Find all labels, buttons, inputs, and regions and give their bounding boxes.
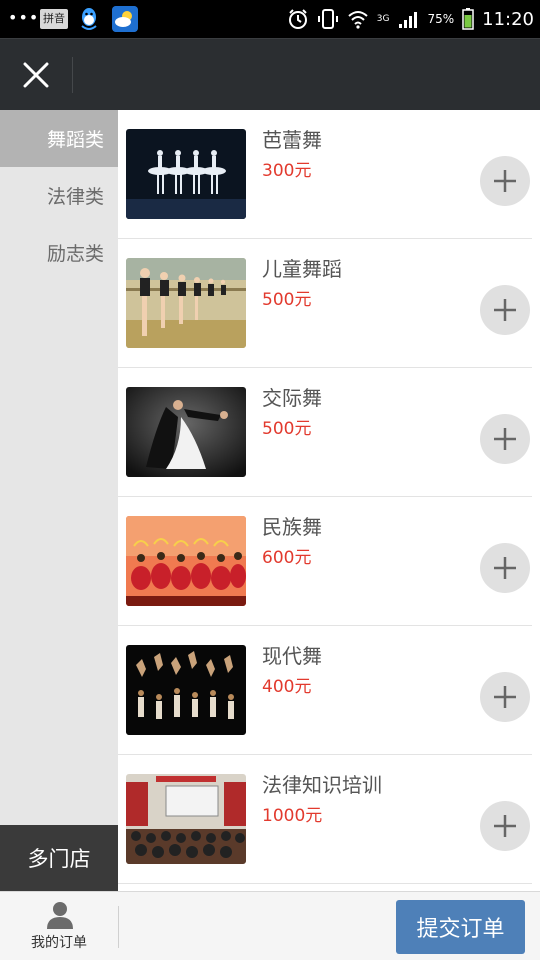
add-to-order-button[interactable] bbox=[480, 672, 530, 722]
product-image[interactable] bbox=[126, 387, 246, 477]
plus-icon bbox=[494, 170, 516, 192]
product-price: 500元 bbox=[262, 290, 312, 310]
close-icon bbox=[23, 62, 49, 88]
product-row[interactable]: 法律知识培训 1000元 bbox=[118, 755, 532, 884]
product-row[interactable]: 现代舞 400元 bbox=[118, 626, 532, 755]
user-icon bbox=[47, 902, 73, 929]
product-price: 500元 bbox=[262, 419, 312, 439]
more-dots-icon: ••• bbox=[8, 8, 40, 27]
add-to-order-button[interactable] bbox=[480, 285, 530, 335]
add-to-order-button[interactable] bbox=[480, 801, 530, 851]
top-bar bbox=[0, 38, 540, 110]
product-name: 儿童舞蹈 bbox=[262, 257, 342, 281]
battery-icon bbox=[462, 8, 474, 30]
add-to-order-button[interactable] bbox=[480, 414, 530, 464]
app-screen: ••• 拼音 3G 75% 11:20 舞蹈类 法律类 励志类 多门店 芭蕾舞 … bbox=[0, 0, 540, 960]
product-price: 300元 bbox=[262, 161, 312, 181]
product-list: 芭蕾舞 300元 儿童舞蹈 500元 交际舞 500元 民族舞 600元 现代舞… bbox=[118, 110, 540, 891]
submit-order-button[interactable]: 提交订单 bbox=[396, 900, 525, 954]
qq-icon bbox=[81, 8, 97, 30]
product-name: 芭蕾舞 bbox=[262, 128, 322, 152]
add-to-order-button[interactable] bbox=[480, 543, 530, 593]
phone-vibrate-icon bbox=[317, 9, 338, 29]
my-orders-label: 我的订单 bbox=[31, 935, 87, 951]
product-price: 1000元 bbox=[262, 806, 323, 826]
multi-store-button[interactable]: 多门店 bbox=[0, 825, 118, 891]
weather-icon bbox=[112, 6, 138, 32]
product-name: 现代舞 bbox=[262, 644, 322, 668]
category-sidebar: 舞蹈类 法律类 励志类 bbox=[0, 110, 118, 825]
status-bar: ••• 拼音 3G 75% 11:20 bbox=[0, 0, 540, 38]
bottom-divider bbox=[118, 906, 119, 948]
product-image[interactable] bbox=[126, 258, 246, 348]
signal-icon bbox=[399, 12, 418, 28]
category-motivation[interactable]: 励志类 bbox=[0, 224, 118, 281]
my-orders-button[interactable]: 我的订单 bbox=[0, 892, 118, 960]
plus-icon bbox=[494, 815, 516, 837]
network-type: 3G bbox=[376, 14, 390, 24]
product-row[interactable]: 芭蕾舞 300元 bbox=[118, 110, 532, 239]
product-name: 法律知识培训 bbox=[262, 773, 382, 797]
category-dance[interactable]: 舞蹈类 bbox=[0, 110, 118, 167]
plus-icon bbox=[494, 428, 516, 450]
product-image[interactable] bbox=[126, 516, 246, 606]
plus-icon bbox=[494, 299, 516, 321]
bottom-bar: 我的订单 提交订单 bbox=[0, 891, 540, 960]
product-price: 600元 bbox=[262, 548, 312, 568]
product-image[interactable] bbox=[126, 129, 246, 219]
product-row[interactable]: 民族舞 600元 bbox=[118, 497, 532, 626]
product-price: 400元 bbox=[262, 677, 312, 697]
category-law[interactable]: 法律类 bbox=[0, 167, 118, 224]
battery-percent: 75% bbox=[427, 12, 455, 26]
clock: 11:20 bbox=[482, 8, 534, 30]
product-image[interactable] bbox=[126, 774, 246, 864]
product-row[interactable]: 儿童舞蹈 500元 bbox=[118, 239, 532, 368]
status-right: 3G 75% 11:20 bbox=[287, 0, 534, 38]
product-name: 交际舞 bbox=[262, 386, 322, 410]
plus-icon bbox=[494, 686, 516, 708]
alarm-icon bbox=[288, 9, 307, 29]
product-name: 民族舞 bbox=[262, 515, 322, 539]
input-method-icon: 拼音 bbox=[40, 9, 68, 29]
product-row[interactable]: 交际舞 500元 bbox=[118, 368, 532, 497]
product-image[interactable] bbox=[126, 645, 246, 735]
wifi-icon bbox=[348, 11, 368, 29]
add-to-order-button[interactable] bbox=[480, 156, 530, 206]
close-button[interactable] bbox=[0, 39, 72, 111]
header-divider bbox=[72, 57, 73, 93]
plus-icon bbox=[494, 557, 516, 579]
